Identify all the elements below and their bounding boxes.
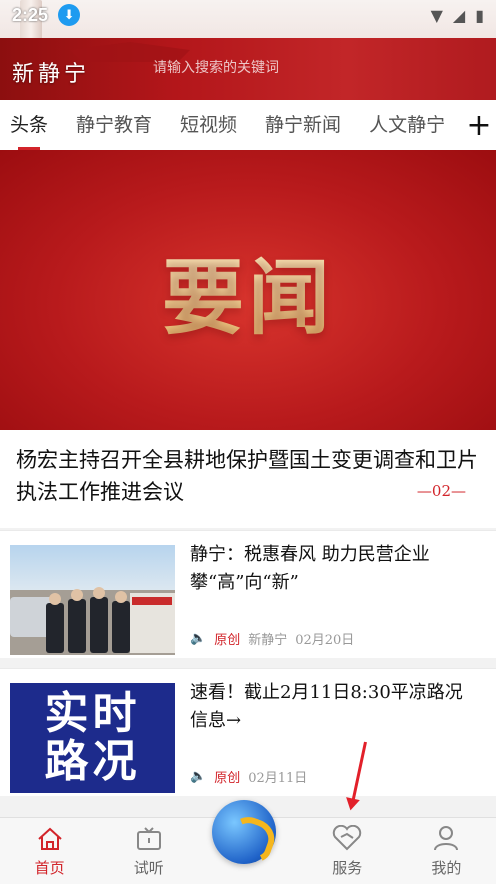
news-item[interactable]: 静宁：税惠春风 助力民营企业攀“高”向“新” 🔈 原创 新静宁 02月20日 (0, 530, 496, 658)
battery-icon: ▮ (475, 5, 484, 25)
status-time: 2:25 (12, 4, 49, 25)
nav-home-label: 首页 (34, 859, 65, 877)
news-photo (10, 587, 175, 655)
tv-icon (136, 827, 161, 850)
download-icon: ⬇ (58, 4, 81, 26)
news-date: 02月20日 (295, 633, 355, 648)
nav-service[interactable]: 服务 (298, 818, 397, 884)
search-input[interactable]: 请输入搜索的关键词 (145, 54, 480, 80)
nav-service-label: 服务 (332, 859, 363, 877)
app-center-logo-button[interactable] (212, 800, 276, 864)
speaker-icon[interactable]: 🔈 (190, 769, 206, 784)
news-item[interactable]: 实时 路况 速看！截止2月11日8:30平凉路况信息→ 🔈 原创 02月11日 (0, 668, 496, 796)
nav-home[interactable]: 首页 (0, 818, 99, 884)
nav-listen[interactable]: 试听 (99, 818, 198, 884)
speaker-icon[interactable]: 🔈 (190, 631, 206, 646)
thumb-text-line2: 路况 (44, 736, 141, 787)
headline-title: 杨宏主持召开全县耕地保护暨国土变更调查和卫片执法工作推进会议 (16, 448, 478, 504)
app-logo: 新静宁 (12, 62, 91, 87)
tab-jingning-education[interactable]: 静宁教育 (76, 100, 152, 150)
tab-jingning-news[interactable]: 静宁新闻 (265, 100, 341, 150)
tab-culture[interactable]: 人文静宁 (369, 100, 445, 150)
status-bar: 2:25 ⬇ ▼ ◢ ▮ (0, 0, 496, 30)
nav-listen-label: 试听 (133, 859, 164, 877)
signal-icon: ◢ (452, 5, 466, 25)
news-source: 新静宁 (248, 633, 288, 648)
nav-profile[interactable]: 我的 (397, 818, 496, 884)
news-title: 速看！截止2月11日8:30平凉路况信息→ (190, 682, 463, 731)
heart-handshake-icon (333, 825, 362, 851)
user-icon (434, 826, 459, 851)
news-meta: 🔈 原创 02月11日 (190, 767, 307, 786)
headline-card[interactable]: 杨宏主持召开全县耕地保护暨国土变更调查和卫片执法工作推进会议 —02— (0, 430, 496, 528)
original-tag: 原创 (214, 633, 241, 648)
wifi-icon: ▼ (430, 5, 443, 25)
tab-headlines[interactable]: 头条 (10, 100, 48, 150)
thumb-text-line1: 实时 (44, 688, 141, 739)
banner-title: 要闻 (162, 231, 334, 350)
status-icons: ▼ ◢ ▮ (431, 6, 484, 25)
original-tag: 原创 (214, 771, 241, 786)
headline-banner[interactable]: 要闻 (0, 150, 496, 430)
add-tab-icon[interactable]: + (462, 100, 496, 150)
news-date: 02月11日 (248, 771, 308, 786)
news-meta: 🔈 原创 新静宁 02月20日 (190, 629, 354, 648)
news-title: 静宁：税惠春风 助力民营企业攀“高”向“新” (190, 544, 430, 593)
news-thumbnail (10, 545, 175, 655)
carousel-pager: —02— (416, 482, 466, 500)
nav-profile-label: 我的 (431, 859, 462, 877)
home-icon (37, 827, 62, 850)
news-thumbnail: 实时 路况 (10, 683, 175, 793)
category-tabs: 头条 静宁教育 短视频 静宁新闻 人文静宁 + (0, 100, 496, 150)
tab-short-video[interactable]: 短视频 (180, 100, 237, 150)
